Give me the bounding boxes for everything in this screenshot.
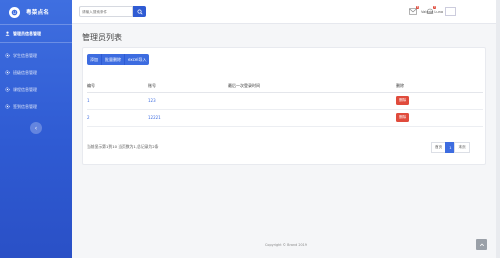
delete-button[interactable]: 删除 — [396, 96, 410, 105]
admin-table: 编号 账号 最后一次登录时间 删除 1 123 删除 2 12221 删除 — [87, 80, 483, 127]
gear-icon — [5, 104, 10, 109]
mail-icon — [409, 8, 417, 15]
scroll-to-top-button[interactable] — [476, 239, 487, 250]
cell-action: 删除 — [396, 109, 483, 127]
column-header-account[interactable]: 账号 — [148, 80, 228, 93]
search-input[interactable] — [79, 6, 133, 17]
table-header-row: 编号 账号 最后一次登录时间 删除 — [87, 80, 483, 93]
page-scrollbar[interactable] — [496, 0, 500, 258]
brand-name: 粤菜点名 — [26, 10, 50, 16]
topbar: 8 3 Valerie Luna — [72, 0, 500, 24]
mail-button[interactable]: 8 — [409, 6, 419, 15]
toolbar: 添加 批量删除 excel导入 — [87, 54, 150, 65]
table-row: 1 123 删除 — [87, 92, 483, 110]
sidebar-item-courses[interactable]: 课程信息管理 — [0, 81, 72, 98]
search-button[interactable] — [133, 6, 146, 17]
page-title: 管理员列表 — [82, 33, 122, 42]
sidebar-divider — [0, 42, 72, 43]
cell-account: 12221 — [148, 109, 228, 127]
column-header-last-login[interactable]: 最后一次登录时间 — [228, 80, 396, 93]
pagination-info: 当前显示第1到10 当页数为1,总记录为2条 — [87, 144, 159, 149]
gear-icon — [5, 70, 10, 75]
admin-list-card: 添加 批量删除 excel导入 编号 账号 最后一次登录时间 删除 1 123 … — [82, 47, 486, 165]
cell-account: 123 — [148, 92, 228, 110]
sidebar-item-label: 课程信息管理 — [13, 86, 37, 92]
cell-id: 1 — [87, 92, 148, 110]
sidebar-item-label: 班级信息管理 — [13, 69, 37, 75]
cell-id: 2 — [87, 109, 148, 127]
gear-icon — [5, 87, 10, 92]
table-row: 2 12221 删除 — [87, 109, 483, 127]
chevron-left-icon: ‹ — [34, 124, 38, 132]
sidebar-item-admin[interactable]: 管理员信息管理 — [0, 25, 72, 42]
search-icon — [136, 8, 143, 15]
user-name: Valerie Luna — [421, 9, 444, 14]
avatar — [445, 7, 457, 16]
batch-delete-button[interactable]: 批量删除 — [102, 54, 125, 65]
delete-button[interactable]: 删除 — [396, 113, 410, 122]
user-menu[interactable]: Valerie Luna — [421, 7, 457, 16]
first-page-button[interactable]: 首页 — [431, 142, 447, 153]
copyright: Copyright © Brand 2019 — [265, 243, 307, 247]
sidebar-item-signin[interactable]: 签到信息管理 — [0, 98, 72, 115]
mail-badge: 8 — [416, 6, 419, 9]
gear-icon — [5, 53, 10, 58]
cell-last-login — [228, 109, 396, 127]
sidebar-item-students[interactable]: 学生信息管理 — [0, 47, 72, 64]
last-page-button[interactable]: 末页 — [454, 142, 470, 153]
column-header-id[interactable]: 编号 — [87, 80, 148, 93]
sidebar-collapse-button[interactable]: ‹ — [30, 122, 42, 134]
pagination: 首页 1 末页 — [431, 142, 470, 153]
user-icon — [5, 31, 10, 36]
cell-last-login — [228, 92, 396, 110]
brand-logo-icon — [9, 6, 20, 18]
sidebar-item-label: 管理员信息管理 — [13, 30, 41, 36]
brand[interactable]: 粤菜点名 — [0, 0, 72, 24]
add-button[interactable]: 添加 — [87, 54, 102, 65]
sidebar: 粤菜点名 管理员信息管理 学生信息管理 班级信息管理 课程信息管理 签到信息管理… — [0, 0, 72, 258]
search-bar — [79, 6, 146, 17]
excel-import-button[interactable]: excel导入 — [125, 54, 150, 65]
cell-action: 删除 — [396, 92, 483, 110]
sidebar-item-label: 学生信息管理 — [13, 52, 37, 58]
chevron-up-icon — [479, 243, 484, 246]
column-header-delete: 删除 — [396, 80, 483, 93]
sidebar-item-label: 签到信息管理 — [13, 103, 37, 109]
sidebar-item-classes[interactable]: 班级信息管理 — [0, 64, 72, 81]
